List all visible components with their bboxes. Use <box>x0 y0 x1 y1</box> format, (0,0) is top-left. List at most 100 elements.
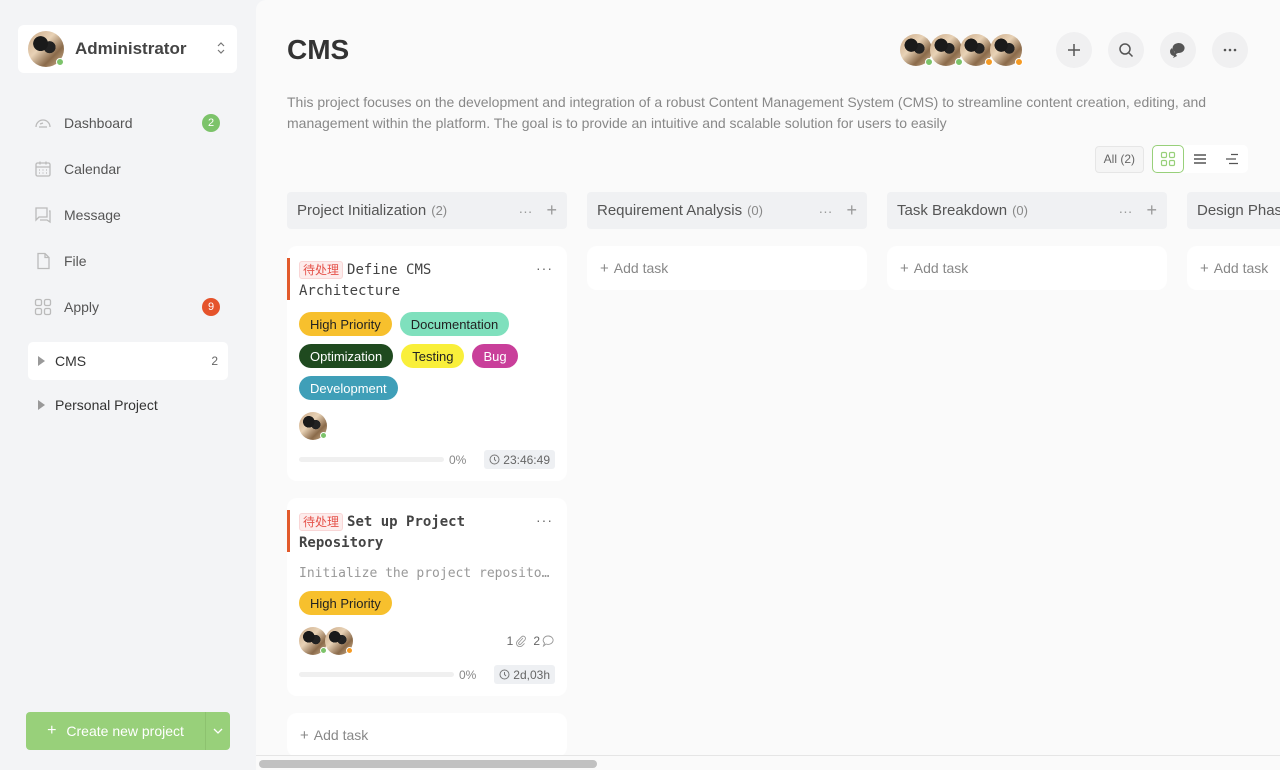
column-add-icon[interactable]: + <box>846 200 857 221</box>
card-meta: 1 2 <box>501 634 555 648</box>
column-add-icon[interactable]: + <box>1146 200 1157 221</box>
expand-triangle-icon[interactable] <box>38 400 45 410</box>
chevron-updown-icon <box>215 40 227 58</box>
assignee-avatar[interactable] <box>299 627 327 655</box>
gantt-view-button[interactable] <box>1216 145 1248 173</box>
column-title: Design Phase <box>1197 202 1280 219</box>
project-label: Personal Project <box>55 397 158 413</box>
add-task-label: Add task <box>1213 260 1269 276</box>
assignees: 1 2 <box>299 627 555 655</box>
dashboard-icon <box>34 114 52 132</box>
more-options-button[interactable] <box>1212 32 1248 68</box>
task-card[interactable]: 待处理 Define CMS Architecture ··· High Prio… <box>287 246 567 481</box>
column-header: Project Initialization (2) ··· + <box>287 192 567 229</box>
project-item-personal[interactable]: Personal Project <box>28 386 228 424</box>
add-task-button[interactable]: + Add task <box>1187 246 1280 290</box>
column-count: (0) <box>1012 203 1028 218</box>
column-title: Requirement Analysis <box>597 202 743 219</box>
status-dot <box>925 58 933 66</box>
column-more-icon[interactable]: ··· <box>818 203 832 219</box>
user-switcher[interactable]: Administrator <box>18 25 237 73</box>
tag-list: High Priority Documentation Optimization… <box>299 312 555 408</box>
add-member-button[interactable] <box>1056 32 1092 68</box>
kanban-column: Requirement Analysis (0) ··· + + Add tas… <box>587 192 867 757</box>
add-task-label: Add task <box>613 260 669 276</box>
create-project-dropdown[interactable] <box>205 712 230 750</box>
sidebar-item-dashboard[interactable]: Dashboard 2 <box>26 100 228 146</box>
priority-bar <box>287 258 290 300</box>
member-avatar[interactable] <box>900 34 933 66</box>
status-dot <box>955 58 963 66</box>
sidebar-nav: Dashboard 2 Calendar Message File Apply … <box>26 100 228 330</box>
card-more-icon[interactable]: ··· <box>536 260 553 276</box>
plus-icon: + <box>600 259 609 277</box>
member-avatar[interactable] <box>990 34 1023 66</box>
tag: Testing <box>401 344 465 368</box>
horizontal-scrollbar[interactable] <box>256 755 1280 770</box>
sidebar-item-label: Message <box>64 207 121 223</box>
attachment-count[interactable]: 1 <box>507 634 528 648</box>
member-avatars[interactable] <box>900 34 1023 66</box>
progress-percent: 0% <box>458 667 477 682</box>
sidebar-item-message[interactable]: Message <box>26 192 228 238</box>
tag: High Priority <box>299 312 392 336</box>
assignee-avatar[interactable] <box>325 627 353 655</box>
sidebar-item-label: Calendar <box>64 161 121 177</box>
plus-icon: + <box>900 259 909 277</box>
sidebar-item-file[interactable]: File <box>26 238 228 284</box>
plus-icon: + <box>1200 259 1209 277</box>
progress-bar <box>299 457 444 462</box>
status-dot <box>1015 58 1023 66</box>
card-more-icon[interactable]: ··· <box>536 512 553 528</box>
tag: Bug <box>472 344 518 368</box>
task-title-row: 待处理 Set up Project Repository <box>299 512 555 554</box>
message-icon <box>34 206 52 224</box>
notification-badge: 9 <box>202 298 220 316</box>
user-avatar <box>28 31 64 67</box>
create-project-button[interactable]: + Create new project <box>26 712 205 750</box>
assignee-avatar[interactable] <box>299 412 327 440</box>
sidebar-item-calendar[interactable]: Calendar <box>26 146 228 192</box>
add-task-label: Add task <box>313 727 369 743</box>
task-description: Initialize the project repository <box>299 566 555 581</box>
expand-triangle-icon[interactable] <box>38 356 45 366</box>
comment-count-value: 2 <box>533 634 540 648</box>
add-task-button[interactable]: + Add task <box>587 246 867 290</box>
view-switcher <box>1152 145 1248 173</box>
add-task-button[interactable]: + Add task <box>887 246 1167 290</box>
comment-count[interactable]: 2 <box>533 634 555 648</box>
attachment-count-value: 1 <box>506 634 514 648</box>
column-add-icon[interactable]: + <box>546 200 557 221</box>
member-avatar[interactable] <box>960 34 993 66</box>
apps-icon <box>34 298 52 316</box>
add-task-label: Add task <box>913 260 969 276</box>
column-more-icon[interactable]: ··· <box>1118 203 1132 219</box>
task-title-row: 待处理 Define CMS Architecture <box>299 260 555 302</box>
column-title: Project Initialization <box>297 202 427 219</box>
tag: High Priority <box>299 591 392 615</box>
column-count: (2) <box>431 203 448 218</box>
board-view-button[interactable] <box>1152 145 1184 173</box>
filter-row: All (2) <box>1094 145 1248 173</box>
list-view-button[interactable] <box>1184 145 1216 173</box>
scrollbar-thumb[interactable] <box>259 760 597 768</box>
progress-bar <box>299 672 454 677</box>
comment-icon <box>542 635 554 647</box>
search-button[interactable] <box>1108 32 1144 68</box>
filter-all-button[interactable]: All (2) <box>1094 145 1144 173</box>
sidebar-item-apply[interactable]: Apply 9 <box>26 284 228 330</box>
grid-icon <box>1160 151 1176 167</box>
kanban-column: Design Phase + Add task <box>1187 192 1280 757</box>
chat-button[interactable] <box>1160 32 1196 68</box>
task-card[interactable]: 待处理 Set up Project Repository ··· Initial… <box>287 498 567 696</box>
chevron-down-icon <box>213 728 223 734</box>
project-count: 2 <box>211 354 218 368</box>
online-status-dot <box>56 58 64 66</box>
member-avatar[interactable] <box>930 34 963 66</box>
status-dot <box>320 432 327 439</box>
column-more-icon[interactable]: ··· <box>518 203 532 219</box>
add-task-button[interactable]: + Add task <box>287 713 567 757</box>
project-item-cms[interactable]: CMS 2 <box>28 342 228 380</box>
chat-icon <box>1170 43 1185 58</box>
kanban-column: Task Breakdown (0) ··· + + Add task <box>887 192 1167 757</box>
